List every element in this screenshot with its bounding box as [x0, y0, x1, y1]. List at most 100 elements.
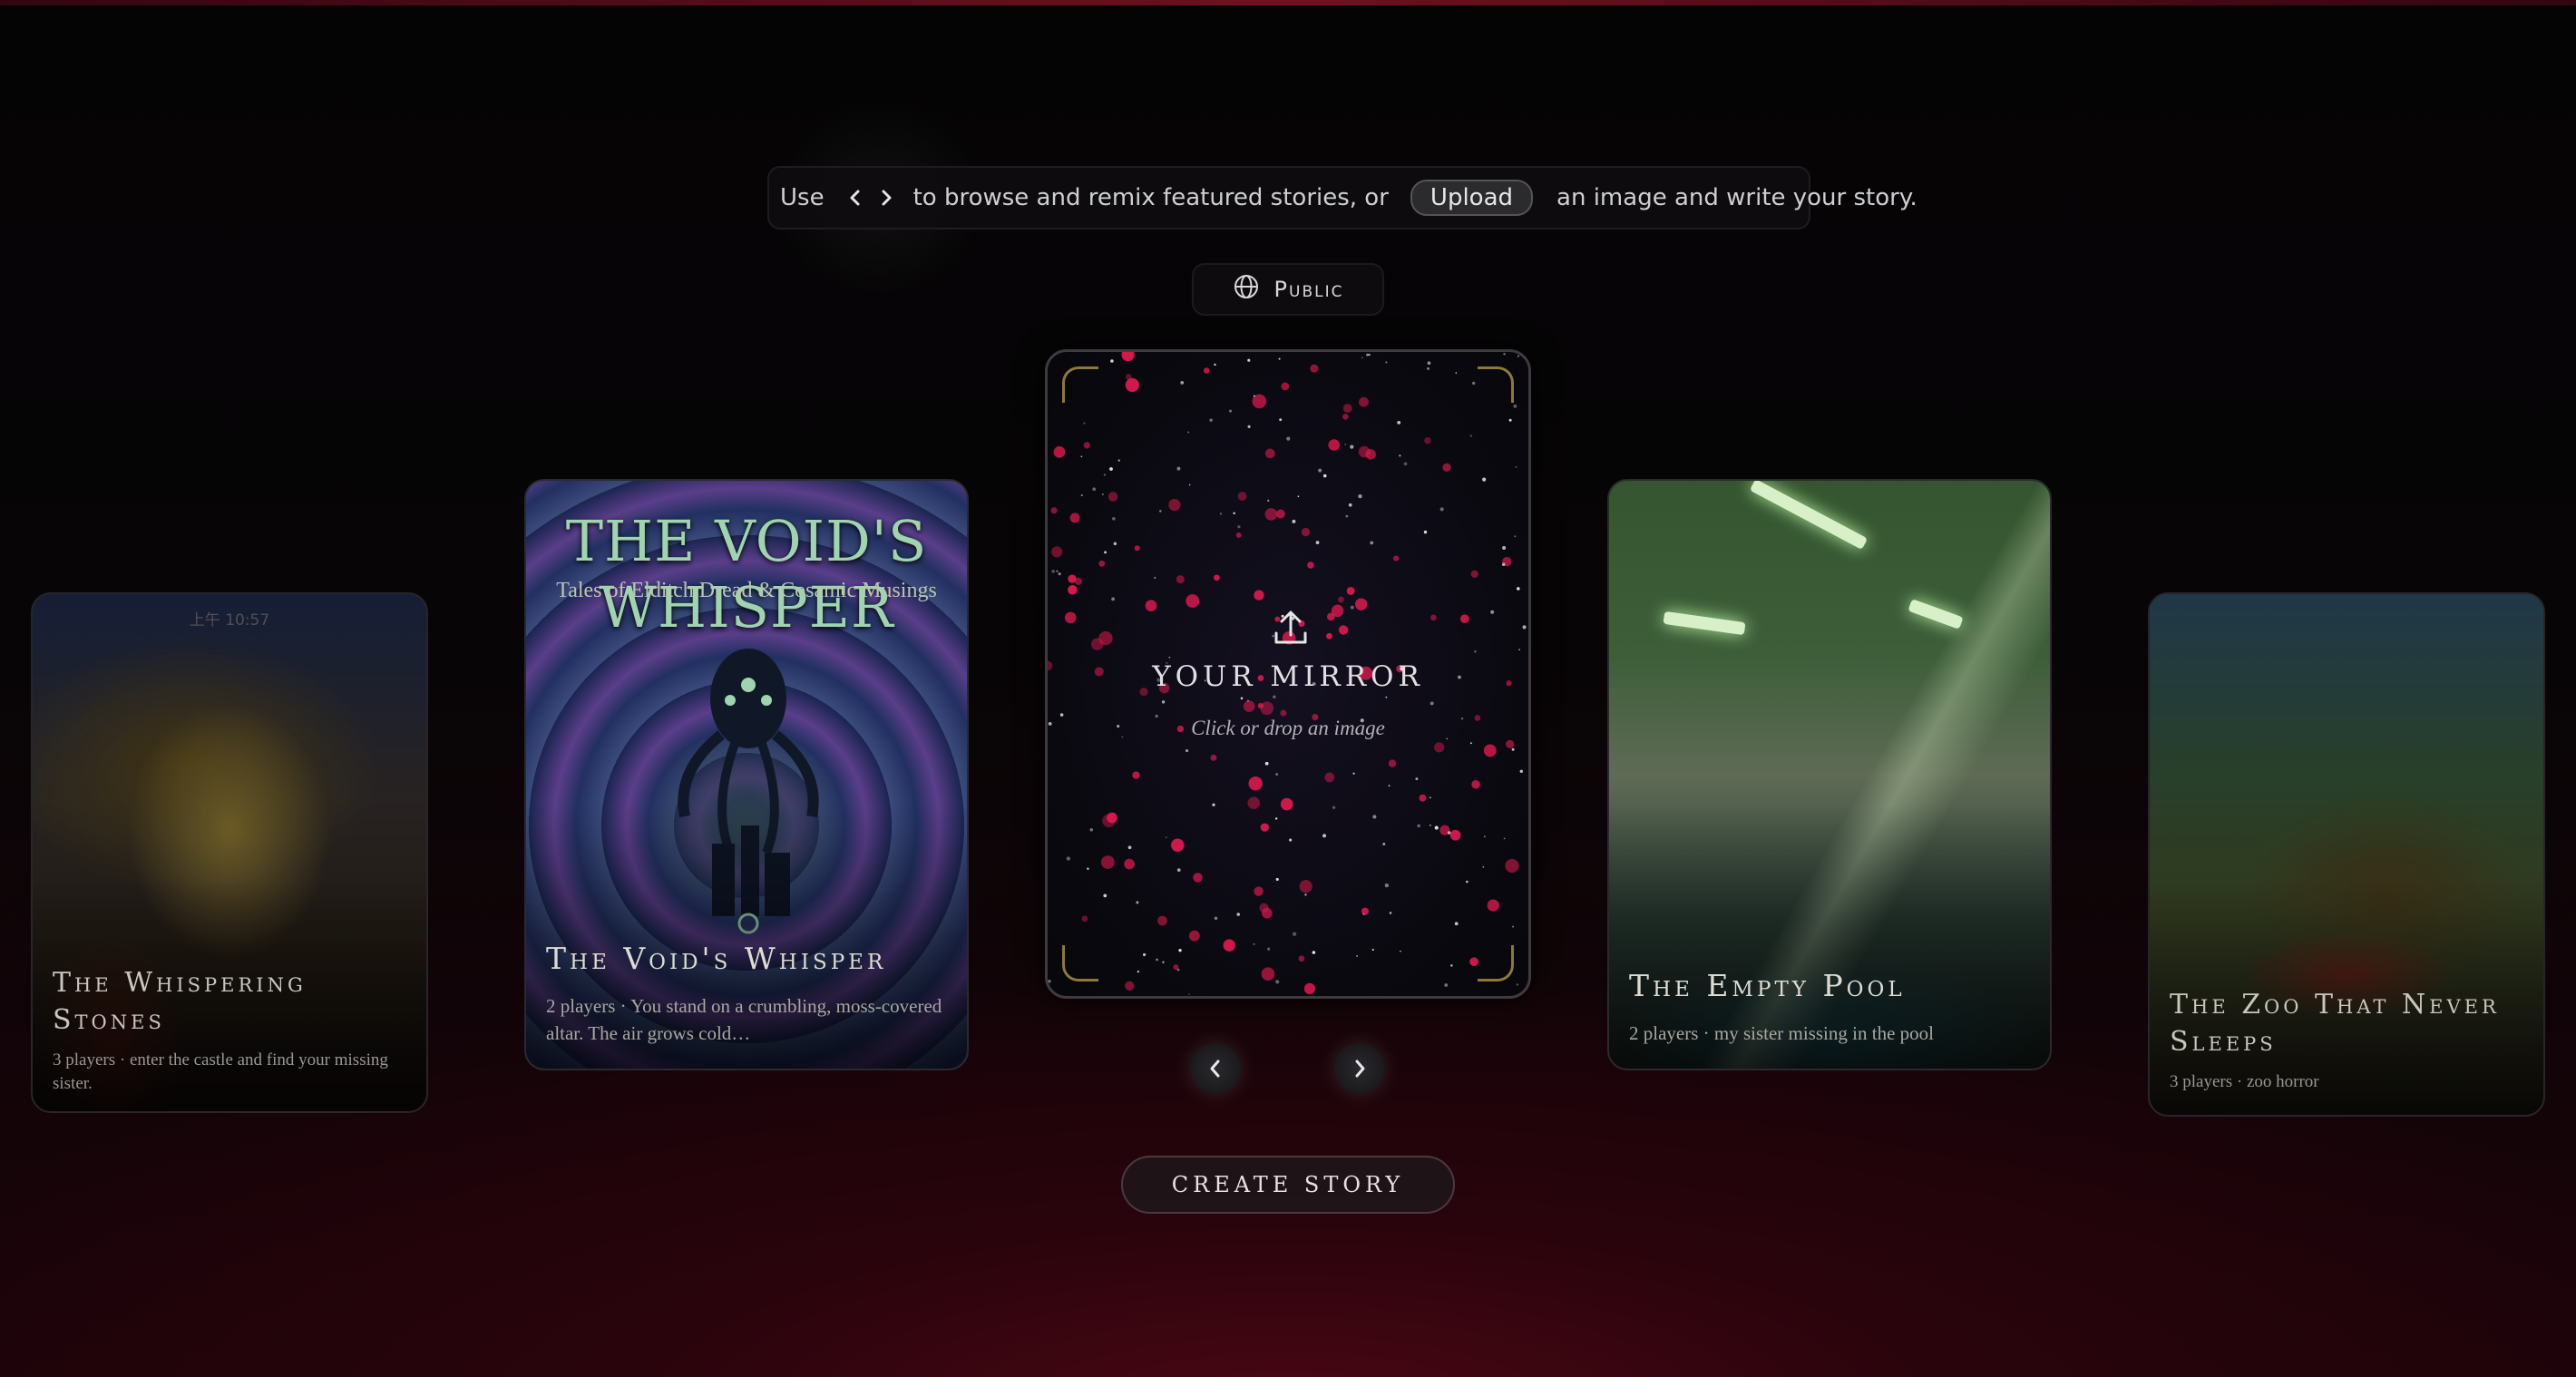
- red-star: [1260, 823, 1269, 832]
- white-star: [1275, 980, 1280, 984]
- story-card-whispering-stones[interactable]: 上午 10:57 The Whispering Stones 3 players…: [31, 592, 428, 1113]
- cover-art-subtitle: Tales of Elditch Dread & Cosamic Musings: [556, 579, 937, 602]
- red-star: [1361, 907, 1369, 915]
- white-star: [1514, 535, 1517, 538]
- white-star: [1508, 418, 1512, 422]
- upload-button[interactable]: Upload: [1410, 180, 1534, 216]
- red-star: [1326, 632, 1332, 640]
- white-star: [1103, 894, 1107, 898]
- red-star: [1254, 590, 1264, 601]
- corner-ornament: [1062, 366, 1098, 403]
- red-star: [1430, 614, 1437, 621]
- white-star: [1143, 952, 1147, 957]
- red-star: [1303, 982, 1316, 995]
- mirror-title: YOUR MIRROR: [1152, 660, 1424, 693]
- white-star: [1229, 409, 1233, 413]
- red-star: [1301, 527, 1311, 537]
- create-story-button[interactable]: CREATE STORY: [1121, 1156, 1455, 1214]
- white-star: [1161, 700, 1166, 704]
- hint-arrows: [848, 189, 893, 207]
- white-star: [1101, 493, 1104, 495]
- white-star: [1279, 418, 1283, 422]
- white-star: [1382, 842, 1386, 845]
- red-star: [1068, 585, 1078, 595]
- white-star: [1427, 361, 1431, 366]
- red-star: [1434, 742, 1445, 753]
- red-star: [1354, 598, 1368, 610]
- chevron-left-icon: [1210, 1060, 1220, 1078]
- white-star: [1289, 838, 1293, 842]
- mirror-subtitle: Click or drop an image: [1191, 717, 1385, 739]
- white-star: [1429, 824, 1431, 826]
- visibility-toggle-button[interactable]: Public: [1192, 263, 1384, 316]
- white-star: [1519, 769, 1523, 773]
- white-star: [1515, 465, 1517, 468]
- red-star: [1107, 492, 1118, 502]
- red-star: [1210, 754, 1217, 761]
- white-star: [1111, 597, 1115, 601]
- red-star: [1359, 396, 1369, 407]
- white-star: [1517, 587, 1520, 591]
- red-star: [1307, 562, 1314, 569]
- white-star: [1080, 494, 1083, 497]
- hint-prefix: Use: [780, 184, 825, 211]
- red-star: [1168, 498, 1181, 512]
- white-star: [1439, 507, 1444, 512]
- story-card-zoo[interactable]: The Zoo That Never Sleeps 3 players · zo…: [2148, 592, 2545, 1117]
- white-star: [1449, 963, 1453, 967]
- red-star: [1459, 614, 1469, 624]
- white-star: [1292, 519, 1296, 523]
- white-star: [1109, 467, 1113, 471]
- white-star: [1385, 361, 1388, 364]
- white-star: [1176, 968, 1180, 972]
- white-star: [1212, 803, 1215, 806]
- red-star: [1331, 604, 1344, 618]
- white-star: [1384, 883, 1390, 888]
- white-star: [1490, 610, 1495, 614]
- red-star: [1188, 930, 1200, 942]
- white-star: [1385, 696, 1388, 698]
- white-star: [1503, 837, 1506, 840]
- white-star: [1264, 761, 1269, 766]
- story-card-empty-pool[interactable]: The Empty Pool 2 players · my sister mis…: [1607, 479, 2052, 1070]
- story-card-subtitle: 3 players · enter the castle and find yo…: [53, 1050, 388, 1094]
- white-star: [1516, 983, 1519, 986]
- corner-ornament: [1478, 366, 1514, 403]
- story-card-voids-whisper[interactable]: THE VOID'S WHISPER Tales of Elditch Drea…: [524, 479, 969, 1070]
- white-star: [1482, 477, 1487, 482]
- white-star: [1366, 353, 1369, 356]
- carousel-prev-button[interactable]: [1190, 1043, 1241, 1094]
- red-star: [1280, 797, 1293, 811]
- white-star: [1168, 656, 1171, 659]
- white-star: [1233, 512, 1235, 514]
- chevron-right-icon: [1355, 1060, 1365, 1078]
- white-star: [1209, 418, 1213, 422]
- red-star: [1424, 436, 1431, 444]
- mirror-upload-dropzone[interactable]: YOUR MIRROR Click or drop an image: [1045, 349, 1531, 999]
- white-star: [1502, 545, 1507, 550]
- story-card-title: The Empty Pool: [1629, 968, 1906, 1004]
- white-star: [1361, 356, 1363, 359]
- white-star: [1371, 948, 1374, 952]
- red-star: [1081, 915, 1088, 923]
- red-star: [1107, 812, 1117, 824]
- carousel-next-button[interactable]: [1334, 1043, 1385, 1094]
- red-star: [1328, 439, 1341, 451]
- red-star: [1419, 794, 1427, 802]
- hint-suffix: an image and write your story.: [1556, 184, 1917, 211]
- white-star: [1178, 948, 1182, 952]
- white-star: [1185, 748, 1189, 753]
- red-star: [1053, 445, 1066, 458]
- red-star: [1338, 625, 1349, 635]
- red-star: [1280, 709, 1287, 717]
- red-star: [1098, 560, 1106, 567]
- red-star: [1346, 586, 1355, 595]
- ceiling-lamp: [1663, 610, 1746, 636]
- red-star: [1342, 404, 1352, 414]
- white-star: [1356, 954, 1358, 957]
- white-star: [1253, 395, 1255, 397]
- red-star: [1247, 796, 1260, 809]
- red-star: [1203, 367, 1210, 374]
- white-star: [1482, 865, 1485, 868]
- white-star: [1066, 856, 1071, 861]
